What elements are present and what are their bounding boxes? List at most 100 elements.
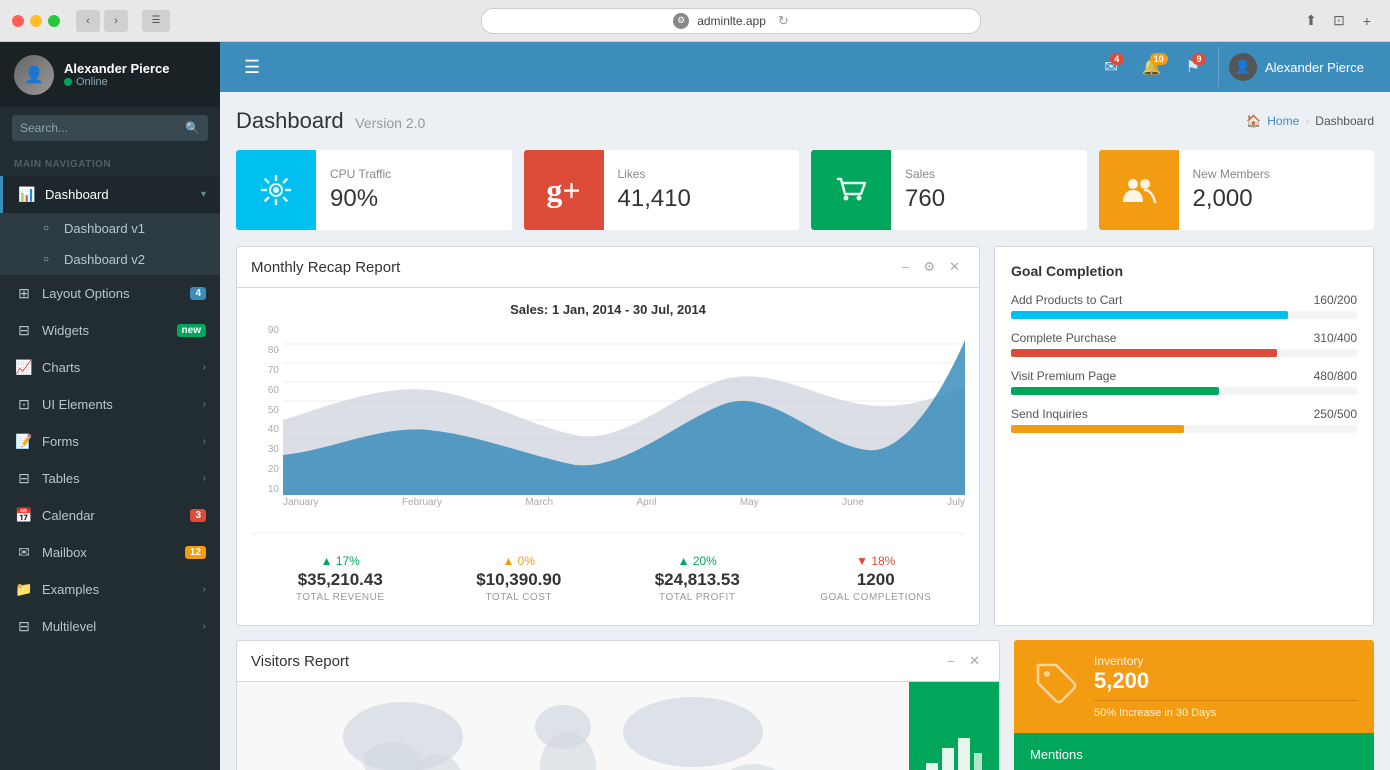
sidebar-item-label: Widgets (42, 323, 177, 338)
profit-change: ▲ 20% (616, 554, 779, 568)
monthly-report-row: Monthly Recap Report − ⚙ ✕ Sales: 1 Jan,… (236, 246, 1374, 626)
flags-button[interactable]: ⚑ 9 (1176, 51, 1210, 83)
mentions-widget: Mentions (1014, 733, 1374, 770)
dashboard-icon: 📊 (17, 186, 37, 203)
info-box-cpu: CPU Traffic 90% (236, 150, 512, 230)
badge-layout: 4 (190, 287, 206, 300)
goal-label: Send Inquiries (1011, 407, 1088, 421)
visitors-panel: Visitors Report − ✕ (236, 640, 1000, 770)
x-label: March (525, 497, 553, 525)
ui-icon: ⊡ (14, 396, 34, 413)
sales-value: 760 (905, 185, 945, 213)
sidebar-status: Online (64, 76, 170, 88)
world-map-container (237, 682, 909, 770)
sidebar-item-forms[interactable]: 📝 Forms › (0, 423, 220, 460)
close-dot[interactable] (12, 15, 24, 27)
share-button[interactable]: ⬆ (1300, 10, 1322, 32)
back-button[interactable]: ‹ (76, 10, 100, 32)
sidebar-item-dashboard[interactable]: 📊 Dashboard ▾ (0, 176, 220, 213)
cpu-value: 90% (330, 185, 391, 213)
goal-label: Complete Purchase (1011, 331, 1116, 345)
y-label: 10 (251, 484, 279, 495)
forward-button[interactable]: › (104, 10, 128, 32)
sidebar-item-multilevel[interactable]: ⊟ Multilevel › (0, 608, 220, 645)
user-menu[interactable]: 👤 Alexander Pierce (1218, 47, 1374, 87)
search-input[interactable] (20, 121, 179, 135)
x-label: April (636, 497, 656, 525)
y-label: 40 (251, 424, 279, 435)
breadcrumb-current: Dashboard (1315, 114, 1374, 128)
breadcrumb-home[interactable]: Home (1267, 114, 1299, 128)
sidebar-search-container: 🔍 (0, 107, 220, 149)
messages-button[interactable]: ✉ 4 (1094, 51, 1127, 83)
inventory-info: Inventory 5,200 50% Increase in 30 Days (1094, 654, 1358, 719)
sidebar-item-mailbox[interactable]: ✉ Mailbox 12 (0, 534, 220, 571)
minimize-dot[interactable] (30, 15, 42, 27)
info-box-content-sales: Sales 760 (891, 150, 959, 230)
tab-list-button[interactable]: ☰ (142, 10, 170, 32)
maximize-dot[interactable] (48, 15, 60, 27)
bottom-row: Visitors Report − ✕ (236, 640, 1374, 770)
sidebar-item-label: Tables (42, 471, 203, 486)
navbar-avatar: 👤 (1229, 53, 1257, 81)
goal-value: 1200 (795, 570, 958, 590)
x-label: June (842, 497, 864, 525)
close-panel-button[interactable]: ✕ (944, 257, 965, 277)
sidebar-item-label: Examples (42, 582, 203, 597)
circle-icon: ○ (36, 254, 56, 265)
likes-label: Likes (618, 167, 691, 181)
members-value: 2,000 (1193, 185, 1270, 213)
panel-body-monthly: Sales: 1 Jan, 2014 - 30 Jul, 2014 90 80 … (237, 288, 979, 625)
settings-panel-button[interactable]: ⚙ (918, 257, 940, 277)
page-title: Dashboard (236, 108, 344, 133)
sales-label: Sales (905, 167, 945, 181)
y-label: 80 (251, 345, 279, 356)
goal-item-header: Complete Purchase 310/400 (1011, 331, 1357, 345)
minimize-panel-button[interactable]: − (897, 257, 915, 277)
sidebar-item-label: Dashboard (45, 187, 201, 202)
browser-dots (12, 15, 60, 27)
search-input-wrapper[interactable]: 🔍 (12, 115, 208, 141)
widget-divider (1094, 700, 1358, 701)
monthly-panel-title: Monthly Recap Report (251, 259, 400, 276)
menu-toggle-button[interactable]: ☰ (236, 53, 268, 82)
sidebar-item-tables[interactable]: ⊟ Tables › (0, 460, 220, 497)
gear-icon (256, 170, 296, 210)
badge-mailbox: 12 (185, 546, 206, 559)
goal-bar-fill (1011, 425, 1184, 433)
examples-icon: 📁 (14, 581, 34, 598)
url-bar[interactable]: ⚙ adminlte.app ↻ (481, 8, 981, 34)
minimize-visitors-button[interactable]: − (943, 651, 961, 671)
reload-icon[interactable]: ↻ (778, 13, 789, 29)
sidebar-item-layout-options[interactable]: ⊞ Layout Options 4 (0, 275, 220, 312)
goal-value: 480/800 (1314, 369, 1357, 383)
goal-item-purchase: Complete Purchase 310/400 (1011, 331, 1357, 357)
goal-item-premium: Visit Premium Page 480/800 (1011, 369, 1357, 395)
cost-change: ▲ 0% (438, 554, 601, 568)
layout-icon: ⊞ (14, 285, 34, 302)
sidebar-item-ui-elements[interactable]: ⊡ UI Elements › (0, 386, 220, 423)
goal-item-add-to-cart: Add Products to Cart 160/200 (1011, 293, 1357, 319)
goal-value: 160/200 (1314, 293, 1357, 307)
sidebar-item-dashboard-v2[interactable]: ○ Dashboard v2 (0, 244, 220, 275)
cost-value: $10,390.90 (438, 570, 601, 590)
sidebar-item-dashboard-v1[interactable]: ○ Dashboard v1 (0, 213, 220, 244)
goal-value: 310/400 (1314, 331, 1357, 345)
sidebar-item-calendar[interactable]: 📅 Calendar 3 (0, 497, 220, 534)
visitors-header: Visitors Report − ✕ (237, 641, 999, 682)
resize-button[interactable]: ⊡ (1328, 10, 1350, 32)
avatar: 👤 (14, 55, 54, 95)
sidebar-item-charts[interactable]: 📈 Charts › (0, 349, 220, 386)
close-visitors-button[interactable]: ✕ (964, 651, 985, 671)
zoom-button[interactable]: + (1356, 10, 1378, 32)
sidebar-item-examples[interactable]: 📁 Examples › (0, 571, 220, 608)
stat-revenue: ▲ 17% $35,210.43 TOTAL REVENUE (251, 546, 430, 611)
goal-bar-bg (1011, 425, 1357, 433)
visitors-bar-widget: 8390 (909, 682, 999, 770)
notifications-button[interactable]: 🔔 10 (1132, 51, 1172, 83)
cart-icon (830, 169, 872, 211)
goal-bar-bg (1011, 349, 1357, 357)
sidebar-item-label: Charts (42, 360, 203, 375)
visitors-body: 8390 (237, 682, 999, 770)
sidebar-item-widgets[interactable]: ⊟ Widgets new (0, 312, 220, 349)
